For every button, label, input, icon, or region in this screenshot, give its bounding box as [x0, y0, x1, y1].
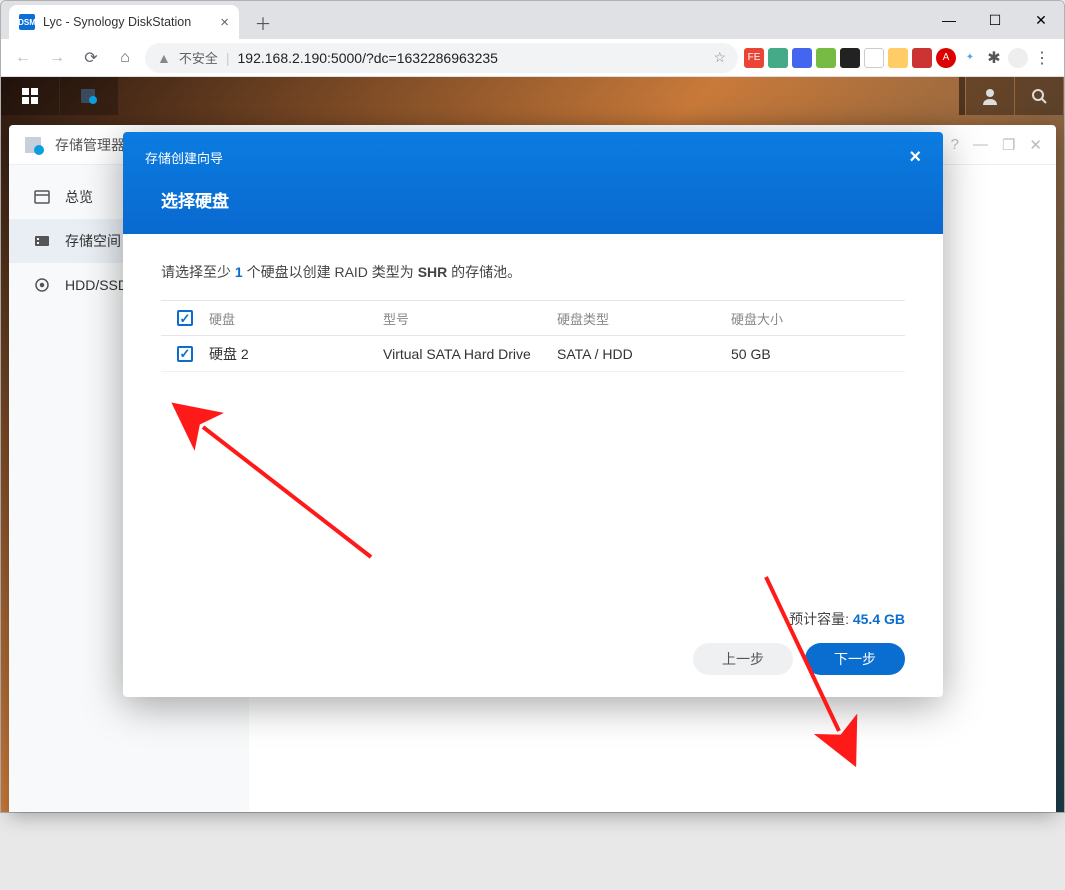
cell-disk: 硬盘 2 [209, 344, 383, 364]
window-maximize-icon[interactable]: ❐ [1002, 136, 1015, 154]
extension-icon[interactable] [816, 48, 836, 68]
window-title: 存储管理器 [55, 135, 125, 155]
sidebar-item-label: 总览 [65, 187, 93, 207]
extension-icon[interactable] [888, 48, 908, 68]
cell-type: SATA / HDD [557, 346, 731, 362]
sidebar-item-label: HDD/SSD [65, 277, 128, 293]
col-size: 硬盘大小 [731, 309, 905, 328]
col-disk: 硬盘 [209, 309, 383, 328]
dsm-taskbar [1, 77, 1064, 115]
dsm-separator [959, 77, 965, 115]
new-tab-button[interactable]: ＋ [249, 8, 277, 36]
wizard-title: 存储创建向导 [145, 148, 223, 167]
table-header: 硬盘 型号 硬盘类型 硬盘大小 [161, 300, 905, 336]
select-all-checkbox[interactable] [177, 310, 193, 326]
wizard-close-icon[interactable]: × [909, 146, 921, 169]
disk-table: 硬盘 型号 硬盘类型 硬盘大小 硬盘 2 Virtual SATA Hard D… [161, 300, 905, 372]
window-close-icon[interactable]: ✕ [1018, 4, 1064, 36]
insecure-warning-icon: ▲ [157, 50, 171, 66]
prev-button[interactable]: 上一步 [693, 643, 793, 675]
estimated-capacity: 预计容量: 45.4 GB [161, 609, 905, 629]
url-text: 192.168.2.190:5000/?dc=1632286963235 [238, 50, 498, 66]
extension-icon[interactable] [792, 48, 812, 68]
extension-icons: FE A ✦ ✱ ⋮ [744, 48, 1056, 68]
next-button[interactable]: 下一步 [805, 643, 905, 675]
nav-reload-icon[interactable]: ⟳ [77, 44, 105, 72]
dsm-search-icon[interactable] [1015, 77, 1063, 115]
browser-tabstrip: DSM Lyc - Synology DiskStation × ＋ — ☐ ✕ [1, 1, 1064, 39]
col-type: 硬盘类型 [557, 309, 731, 328]
wizard-step-title: 选择硬盘 [145, 187, 921, 212]
dsm-desktop: 存储管理器 ? — ❐ ✕ 总览 [1, 77, 1064, 812]
window-minimize-icon[interactable]: — [973, 136, 988, 154]
window-minimize-icon[interactable]: — [926, 4, 972, 36]
browser-tab[interactable]: DSM Lyc - Synology DiskStation × [9, 5, 239, 39]
tab-close-icon[interactable]: × [220, 14, 229, 31]
profile-avatar-icon[interactable] [1008, 48, 1028, 68]
extension-icon[interactable] [864, 48, 884, 68]
col-model: 型号 [383, 309, 557, 328]
window-close-icon[interactable]: ✕ [1029, 136, 1042, 154]
dsm-main-menu-icon[interactable] [1, 77, 59, 115]
table-row[interactable]: 硬盘 2 Virtual SATA Hard Drive SATA / HDD … [161, 336, 905, 372]
browser-toolbar: ← → ⟳ ⌂ ▲ 不安全 | 192.168.2.190:5000/?dc=1… [1, 39, 1064, 77]
cell-model: Virtual SATA Hard Drive [383, 346, 557, 362]
storage-icon [33, 232, 51, 250]
extension-icon[interactable] [912, 48, 932, 68]
nav-forward-icon[interactable]: → [43, 44, 71, 72]
extension-icon[interactable]: ✦ [960, 48, 980, 68]
dsm-storage-manager-icon[interactable] [60, 77, 118, 115]
storage-manager-app-icon [23, 134, 45, 156]
disk-icon [33, 276, 51, 294]
storage-creation-wizard: 存储创建向导 × 选择硬盘 请选择至少 1 个硬盘以创建 RAID 类型为 SH… [123, 132, 943, 697]
adblock-icon[interactable]: A [936, 48, 956, 68]
help-icon[interactable]: ? [951, 136, 959, 154]
star-icon[interactable]: ☆ [713, 49, 726, 66]
window-maximize-icon[interactable]: ☐ [972, 4, 1018, 36]
nav-back-icon[interactable]: ← [9, 44, 37, 72]
overview-icon [33, 188, 51, 206]
wizard-instruction: 请选择至少 1 个硬盘以创建 RAID 类型为 SHR 的存储池。 [161, 262, 905, 282]
address-bar[interactable]: ▲ 不安全 | 192.168.2.190:5000/?dc=163228696… [145, 43, 738, 73]
tab-title: Lyc - Synology DiskStation [43, 15, 191, 29]
favicon: DSM [19, 14, 35, 30]
row-checkbox[interactable] [177, 346, 193, 362]
extensions-puzzle-icon[interactable]: ✱ [984, 48, 1004, 68]
extension-icon[interactable] [840, 48, 860, 68]
extension-icon[interactable] [768, 48, 788, 68]
chrome-menu-icon[interactable]: ⋮ [1032, 48, 1052, 68]
sidebar-item-label: 存储空间 [65, 231, 121, 251]
wizard-header: 存储创建向导 × 选择硬盘 [123, 132, 943, 234]
extension-icon[interactable]: FE [744, 48, 764, 68]
nav-home-icon[interactable]: ⌂ [111, 44, 139, 72]
cell-size: 50 GB [731, 346, 905, 362]
dsm-user-icon[interactable] [966, 77, 1014, 115]
insecure-label: 不安全 [179, 48, 218, 67]
